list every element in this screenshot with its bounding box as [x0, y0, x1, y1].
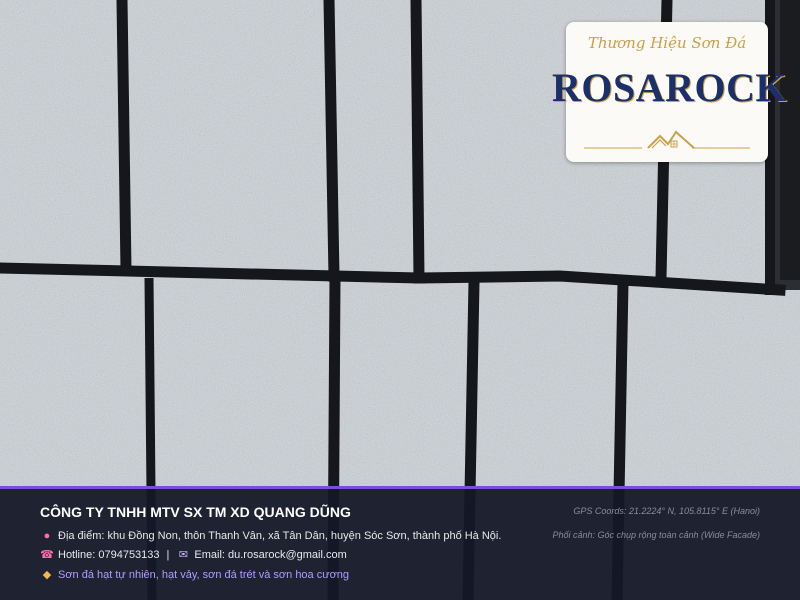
scene-caption: Phối cảnh: Góc chụp rộng toàn cảnh (Wide…: [552, 530, 760, 540]
info-bar: CÔNG TY TNHH MTV SX TM XD QUANG DŨNG GPS…: [0, 486, 800, 600]
gps-coordinates: GPS Coords: 21.2224° N, 105.8115° E (Han…: [573, 506, 760, 516]
accent-divider: [0, 486, 800, 489]
rosarock-logo-card: Thương Hiệu Sơn Đá ROSAROCK: [552, 22, 787, 162]
tag-icon: ◆: [42, 569, 52, 581]
roof-house-icon: [584, 130, 750, 149]
products-text: Sơn đá hạt tự nhiên, hạt vảy, sơn đá tré…: [58, 569, 350, 581]
phone-icon: ☎: [40, 549, 54, 561]
company-name: CÔNG TY TNHH MTV SX TM XD QUANG DŨNG: [40, 504, 351, 520]
products-row: ◆ Sơn đá hạt tự nhiên, hạt vảy, sơn đá t…: [40, 569, 349, 581]
map-pin-icon: ●: [43, 530, 51, 542]
hotline-text: Hotline: 0794753133: [58, 549, 160, 561]
brand-name: ROSAROCK: [552, 65, 788, 110]
email-text: Email: du.rosarock@gmail.com: [194, 549, 347, 561]
envelope-icon: ✉: [178, 549, 188, 561]
address-text: Địa điểm: khu Đồng Non, thôn Thanh Vân, …: [58, 530, 502, 542]
brand-tagline: Thương Hiệu Sơn Đá: [587, 34, 747, 52]
contact-row: ☎ Hotline: 0794753133 | ✉ Email: du.rosa…: [40, 549, 347, 561]
contact-separator: |: [166, 549, 170, 561]
address-row: ● Địa điểm: khu Đồng Non, thôn Thanh Vân…: [40, 530, 502, 542]
